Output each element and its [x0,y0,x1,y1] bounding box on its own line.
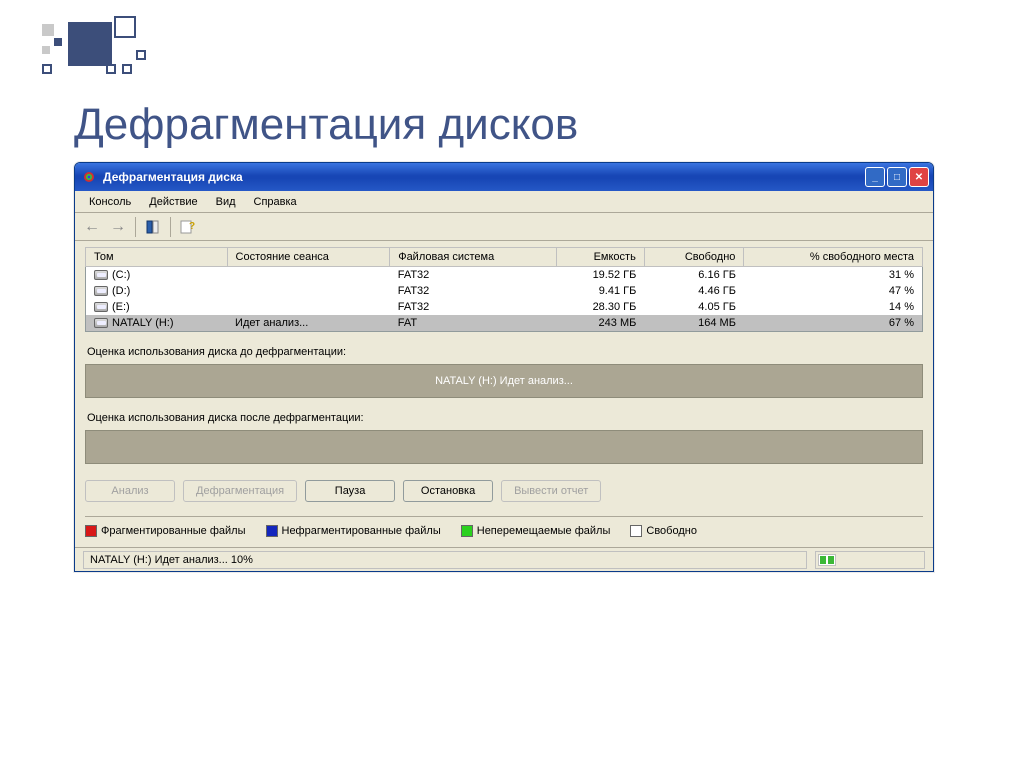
menu-action[interactable]: Действие [141,194,205,210]
usage-bar-after [85,430,923,464]
cell-volume: (D:) [112,285,130,297]
status-text: NATALY (H:) Идет анализ... 10% [83,551,807,569]
action-row: Анализ Дефрагментация Пауза Остановка Вы… [85,480,923,502]
swatch-red-icon [85,525,97,537]
slide-title: Дефрагментация дисков [74,100,578,150]
slide-decoration [34,16,154,76]
legend-contiguous: Нефрагментированные файлы [266,525,441,537]
swatch-white-icon [630,525,642,537]
stop-button[interactable]: Остановка [403,480,493,502]
after-label: Оценка использования диска после дефрагм… [87,412,923,424]
menubar: Консоль Действие Вид Справка [75,191,933,213]
cell-fs: FAT [390,315,557,332]
cell-free: 164 МБ [644,315,744,332]
divider [85,516,923,517]
forward-button: → [107,216,129,238]
cell-freepct: 31 % [744,267,923,284]
table-row[interactable]: (D:) FAT32 9.41 ГБ 4.46 ГБ 47 % [86,283,923,299]
cell-capacity: 243 МБ [556,315,644,332]
defrag-button: Дефрагментация [183,480,297,502]
cell-free: 4.46 ГБ [644,283,744,299]
cell-free: 6.16 ГБ [644,267,744,284]
col-fs[interactable]: Файловая система [390,248,557,267]
cell-freepct: 14 % [744,299,923,315]
menu-help[interactable]: Справка [246,194,305,210]
legend: Фрагментированные файлы Нефрагментирован… [85,525,923,537]
disk-icon [94,286,108,296]
disk-icon [94,270,108,280]
usage-bar-before: NATALY (H:) Идет анализ... [85,364,923,398]
disk-icon [94,302,108,312]
cell-freepct: 67 % [744,315,923,332]
cell-capacity: 19.52 ГБ [556,267,644,284]
close-button[interactable]: ✕ [909,167,929,187]
cell-fs: FAT32 [390,267,557,284]
cell-session [227,267,390,284]
app-icon [81,169,97,185]
usage-bar-before-text: NATALY (H:) Идет анализ... [435,375,573,387]
legend-label: Фрагментированные файлы [101,525,246,537]
cell-free: 4.05 ГБ [644,299,744,315]
defrag-window: Дефрагментация диска _ □ ✕ Консоль Дейст… [74,162,934,572]
col-capacity[interactable]: Емкость [556,248,644,267]
swatch-green-icon [461,525,473,537]
legend-unmovable: Неперемещаемые файлы [461,525,611,537]
col-freepct[interactable]: % свободного места [744,248,923,267]
statusbar: NATALY (H:) Идет анализ... 10% [75,547,933,571]
back-button: ← [81,216,103,238]
status-progress [815,551,925,569]
volume-table: Том Состояние сеанса Файловая система Ем… [85,247,923,332]
cell-volume: NATALY (H:) [112,317,174,329]
swatch-blue-icon [266,525,278,537]
properties-button[interactable] [142,216,164,238]
legend-free: Свободно [630,525,697,537]
toolbar-divider [170,217,171,237]
legend-label: Свободно [646,525,697,537]
col-free[interactable]: Свободно [644,248,744,267]
analyze-button: Анализ [85,480,175,502]
svg-text:?: ? [189,221,195,232]
before-label: Оценка использования диска до дефрагмент… [87,346,923,358]
pause-button[interactable]: Пауза [305,480,395,502]
legend-label: Нефрагментированные файлы [282,525,441,537]
help-button[interactable]: ? [177,216,199,238]
table-row[interactable]: (E:) FAT32 28.30 ГБ 4.05 ГБ 14 % [86,299,923,315]
table-row[interactable]: (C:) FAT32 19.52 ГБ 6.16 ГБ 31 % [86,267,923,284]
table-row[interactable]: NATALY (H:) Идет анализ... FAT 243 МБ 16… [86,315,923,332]
legend-label: Неперемещаемые файлы [477,525,611,537]
maximize-button[interactable]: □ [887,167,907,187]
menu-console[interactable]: Консоль [81,194,139,210]
minimize-button[interactable]: _ [865,167,885,187]
cell-volume: (E:) [112,301,130,313]
menu-view[interactable]: Вид [208,194,244,210]
disk-icon [94,318,108,328]
cell-fs: FAT32 [390,283,557,299]
content-area: Том Состояние сеанса Файловая система Ем… [75,241,933,547]
cell-freepct: 47 % [744,283,923,299]
cell-capacity: 9.41 ГБ [556,283,644,299]
col-session[interactable]: Состояние сеанса [227,248,390,267]
cell-fs: FAT32 [390,299,557,315]
cell-capacity: 28.30 ГБ [556,299,644,315]
cell-session [227,299,390,315]
legend-fragmented: Фрагментированные файлы [85,525,246,537]
cell-session: Идет анализ... [227,315,390,332]
titlebar[interactable]: Дефрагментация диска _ □ ✕ [75,163,933,191]
report-button: Вывести отчет [501,480,601,502]
toolbar-divider [135,217,136,237]
toolbar: ← → ? [75,213,933,241]
window-title: Дефрагментация диска [103,170,243,184]
cell-session [227,283,390,299]
cell-volume: (C:) [112,269,130,281]
col-volume[interactable]: Том [86,248,228,267]
